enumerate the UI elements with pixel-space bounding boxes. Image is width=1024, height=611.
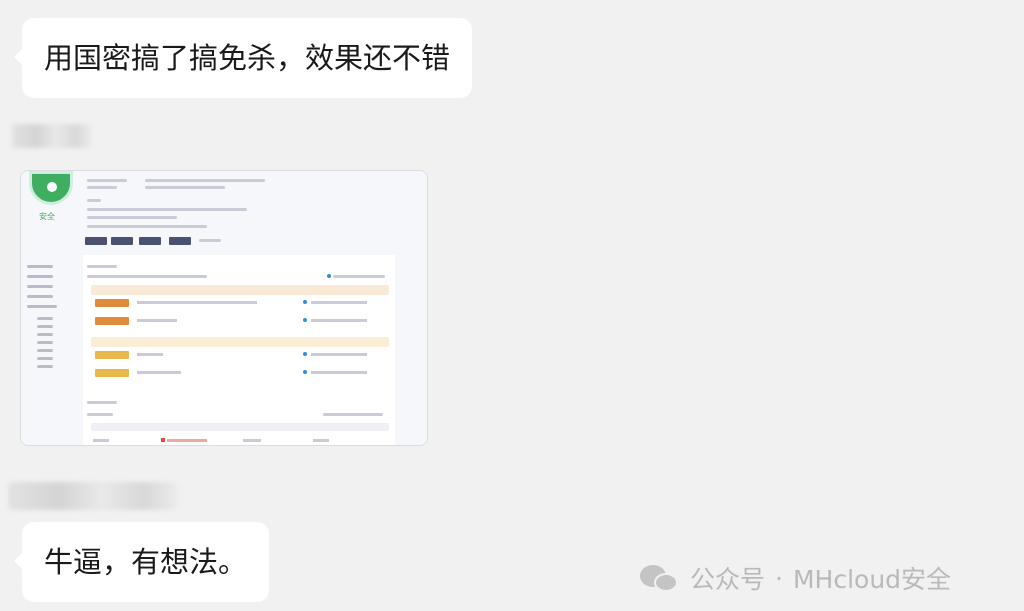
blurred-sender-name xyxy=(12,124,92,148)
safe-label: 安全 xyxy=(39,212,55,221)
message-text: 牛逼，有想法。 xyxy=(44,545,248,579)
message-bubble-1[interactable]: 用国密搞了搞免杀，效果还不错 xyxy=(13,18,473,98)
wechat-icon xyxy=(640,563,680,593)
watermark-separator: · xyxy=(775,563,783,593)
shield-icon xyxy=(29,171,73,205)
watermark: 公众号 · MHcloud安全 xyxy=(640,560,951,596)
chat-area: 用国密搞了搞免杀，效果还不错 安全 牛逼，有想法。 公众号 · MHcloud安… xyxy=(0,0,1024,611)
message-bubble-2[interactable]: 牛逼，有想法。 xyxy=(13,522,270,602)
watermark-account: MHcloud安全 xyxy=(792,565,952,594)
image-message-thumbnail[interactable]: 安全 xyxy=(20,170,428,446)
blurred-sender-name xyxy=(8,482,178,510)
watermark-platform: 公众号 xyxy=(690,565,766,594)
message-text: 用国密搞了搞免杀，效果还不错 xyxy=(44,41,451,75)
thumbnail-panel xyxy=(83,255,395,445)
